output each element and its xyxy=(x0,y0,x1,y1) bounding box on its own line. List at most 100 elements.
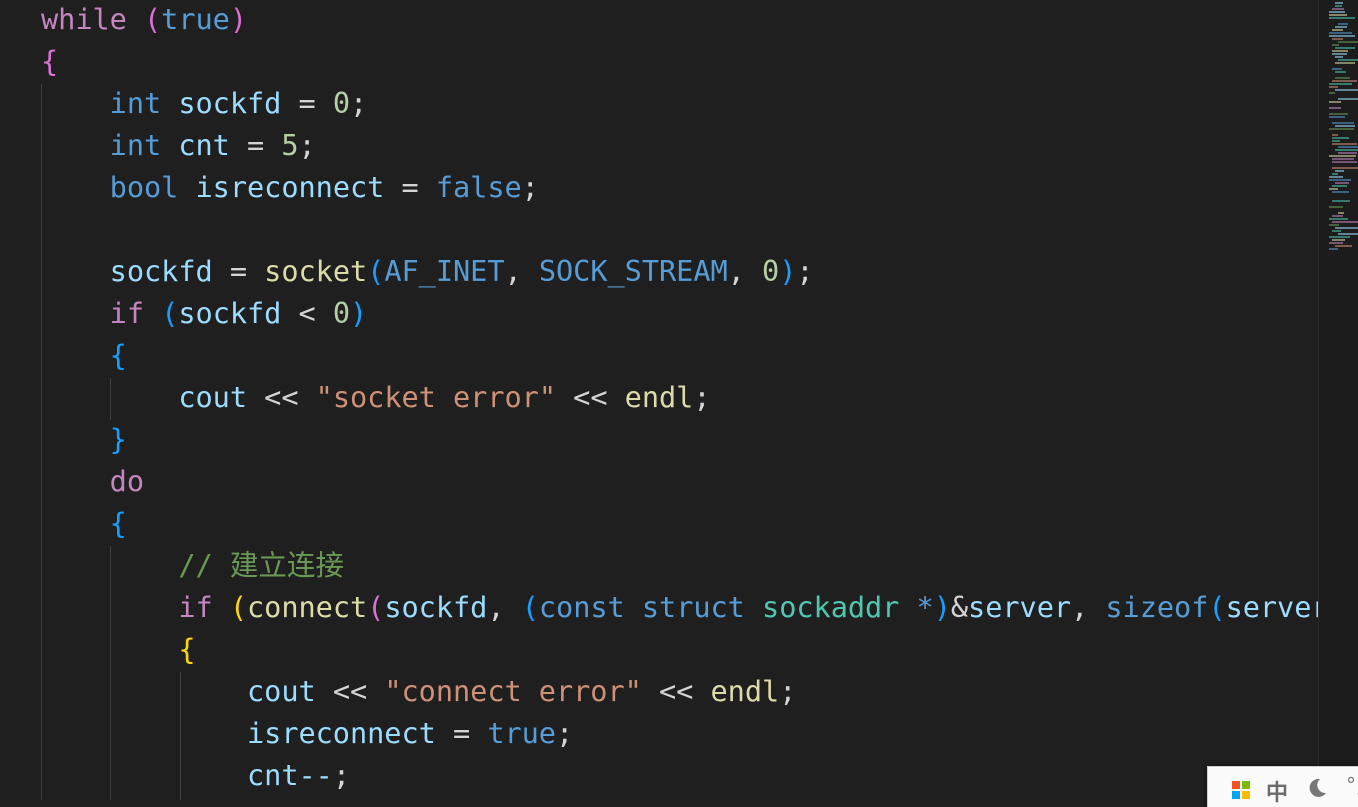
minimap-line xyxy=(1335,245,1352,247)
code-line[interactable]: isreconnect = true; xyxy=(41,712,1318,754)
code-token: sockfd xyxy=(178,86,282,120)
code-line[interactable]: { xyxy=(41,502,1318,544)
minimap-line xyxy=(1332,44,1339,46)
code-line[interactable]: // 建立连接 xyxy=(41,544,1318,586)
minimap-line xyxy=(1332,173,1338,175)
code-token: ; xyxy=(796,254,814,288)
minimap-line xyxy=(1332,140,1340,142)
code-token: true xyxy=(487,716,556,750)
code-line[interactable]: int cnt = 5; xyxy=(41,124,1318,166)
minimap-line xyxy=(1332,50,1348,52)
code-token: ( xyxy=(367,590,385,624)
minimap-line xyxy=(1332,158,1354,160)
code-line[interactable]: { xyxy=(41,334,1318,376)
code-token: ) xyxy=(229,2,248,36)
code-token: endl xyxy=(710,674,780,708)
minimap-line xyxy=(1335,125,1355,127)
code-text[interactable]: while (true){ int sockfd = 0; int cnt = … xyxy=(41,0,1318,796)
code-token: int xyxy=(109,86,162,120)
windows-logo-icon[interactable] xyxy=(1232,781,1250,799)
ime-punctuation-toggle[interactable]: °, xyxy=(1346,773,1358,797)
minimap-line xyxy=(1335,26,1347,28)
minimap-line xyxy=(1329,113,1348,115)
code-line[interactable]: int sockfd = 0; xyxy=(41,82,1318,124)
minimap-line xyxy=(1335,182,1349,184)
code-token: << xyxy=(641,674,711,708)
code-token: cnt xyxy=(178,128,230,162)
code-token: cout xyxy=(246,674,316,708)
code-token: connect xyxy=(247,590,368,624)
code-line[interactable]: { xyxy=(41,40,1318,82)
code-token: const xyxy=(538,590,625,624)
code-line[interactable]: cout << "connect error" << endl; xyxy=(41,670,1318,712)
code-token: = xyxy=(435,716,488,750)
code-token: if xyxy=(109,296,145,330)
code-token: // 建立连接 xyxy=(178,548,344,582)
minimap-line xyxy=(1338,59,1358,61)
code-token: = xyxy=(212,254,265,288)
minimap-line xyxy=(1332,200,1350,202)
code-token: ( xyxy=(367,254,385,288)
minimap-line xyxy=(1329,242,1343,244)
minimap-line xyxy=(1329,92,1335,94)
code-token: ; xyxy=(555,716,574,750)
code-token: = xyxy=(281,86,333,120)
minimap[interactable] xyxy=(1318,0,1358,800)
minimap-line xyxy=(1329,11,1345,13)
minimap-line xyxy=(1332,191,1349,193)
minimap-line xyxy=(1329,236,1350,238)
code-line[interactable]: if (connect(sockfd, (const struct sockad… xyxy=(41,586,1318,628)
code-line[interactable]: } xyxy=(41,418,1318,460)
minimap-line xyxy=(1329,155,1356,157)
code-token: ( xyxy=(144,2,162,36)
code-token: = xyxy=(384,170,436,204)
code-line[interactable]: cout << "socket error" << endl; xyxy=(41,376,1318,418)
code-line[interactable]: { xyxy=(41,628,1318,670)
minimap-line xyxy=(1332,29,1343,31)
ime-toolbar[interactable]: 中 °, xyxy=(1207,766,1358,807)
minimap-line xyxy=(1332,167,1358,169)
code-token: if xyxy=(178,590,213,624)
code-token: isreconnect xyxy=(246,716,436,750)
code-token: , xyxy=(504,254,539,288)
minimap-line xyxy=(1335,2,1343,4)
code-token: ( xyxy=(1208,590,1226,624)
code-token: 0 xyxy=(762,254,780,288)
code-token: sockfd xyxy=(109,254,213,288)
code-line[interactable]: cnt--; xyxy=(41,754,1318,796)
minimap-line xyxy=(1332,122,1354,124)
code-editor[interactable]: while (true){ int sockfd = 0; int cnt = … xyxy=(0,0,1318,800)
code-line[interactable]: do xyxy=(41,460,1318,502)
minimap-line xyxy=(1329,86,1338,88)
code-token: ) xyxy=(933,590,951,624)
code-line[interactable]: bool isreconnect = false; xyxy=(41,166,1318,208)
code-token: cout xyxy=(178,380,247,414)
ime-mode-toggle[interactable]: 中 xyxy=(1266,775,1288,807)
code-token: ( xyxy=(521,590,539,624)
minimap-line xyxy=(1332,230,1341,232)
code-token: do xyxy=(109,464,145,498)
minimap-line xyxy=(1329,128,1354,130)
code-line[interactable]: if (sockfd < 0) xyxy=(41,292,1318,334)
code-token: endl xyxy=(624,380,694,414)
code-token: ; xyxy=(350,86,368,120)
code-line[interactable] xyxy=(41,208,1318,250)
code-token: = xyxy=(229,128,282,162)
code-line[interactable]: sockfd = socket(AF_INET, SOCK_STREAM, 0)… xyxy=(41,250,1318,292)
code-token: { xyxy=(178,632,196,666)
code-token: ( xyxy=(161,296,179,330)
code-line[interactable]: while (true) xyxy=(41,0,1318,40)
moon-icon[interactable] xyxy=(1306,777,1328,799)
